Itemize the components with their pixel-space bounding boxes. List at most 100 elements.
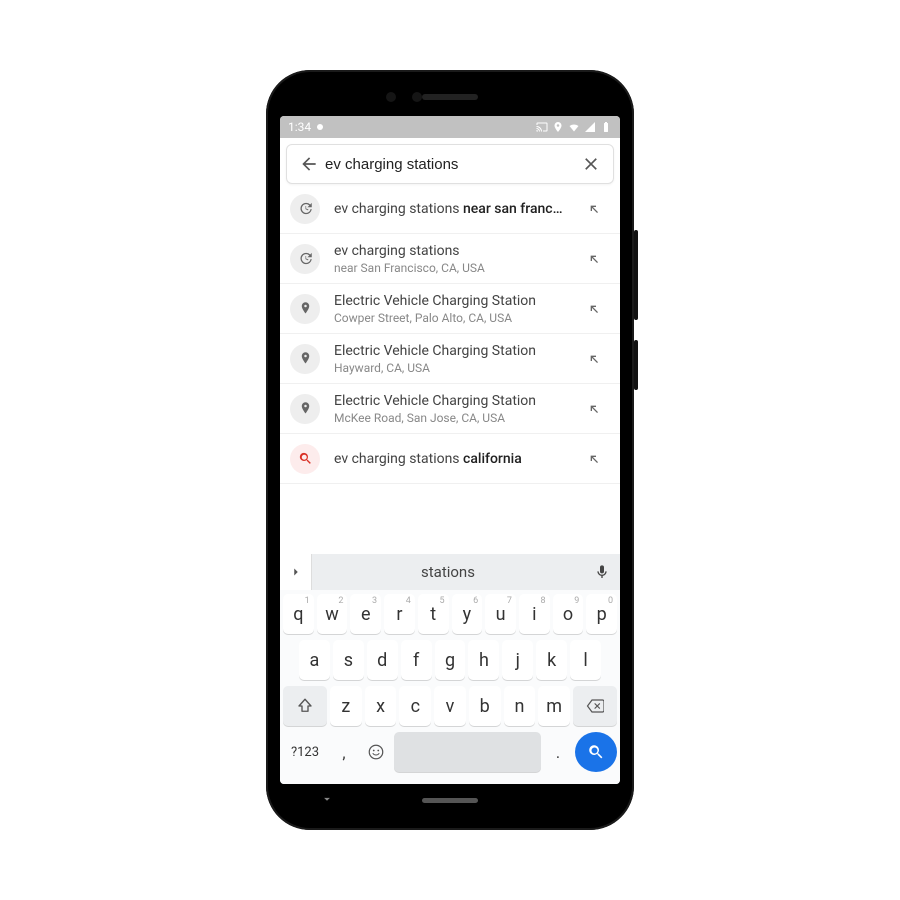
key-t[interactable]: t5 [418, 594, 449, 634]
key-j[interactable]: j [502, 640, 533, 680]
keyboard-row-1: q1w2e3r4t5y6u7i8o9p0 [283, 594, 617, 634]
suggestion-row[interactable]: Electric Vehicle Charging StationHayward… [280, 334, 620, 384]
key-y[interactable]: y6 [452, 594, 483, 634]
voice-input-button[interactable] [584, 564, 620, 580]
speaker-grille [422, 94, 478, 100]
key-i[interactable]: i8 [519, 594, 550, 634]
key-x[interactable]: x [365, 686, 397, 726]
suggestion-title: Electric Vehicle Charging Station [334, 293, 580, 309]
suggestion-text: ev charging stations near san franc… [334, 201, 580, 217]
clear-button[interactable] [575, 148, 607, 180]
suggestion-row[interactable]: Electric Vehicle Charging Station McKee R… [280, 384, 620, 434]
microphone-icon [594, 564, 610, 580]
keyboard-row-3: zxcvbnm [283, 686, 617, 726]
front-sensor [412, 92, 422, 102]
chevron-right-icon [289, 565, 303, 579]
volume-rocker [634, 230, 638, 320]
suggestion-title: Electric Vehicle Charging Station [334, 393, 580, 409]
key-s[interactable]: s [333, 640, 364, 680]
suggestion-subtitle: McKee Road, San Jose, CA, USA [334, 411, 580, 425]
key-m[interactable]: m [538, 686, 570, 726]
wifi-icon [568, 121, 580, 133]
search-icon [290, 444, 320, 474]
key-q[interactable]: q1 [283, 594, 314, 634]
suggestion-title: ev charging stations near san franc… [334, 201, 580, 217]
key-k[interactable]: k [536, 640, 567, 680]
history-icon [290, 194, 320, 224]
power-button [634, 340, 638, 390]
suggestion-row[interactable]: ev charging stationsnear San Francisco, … [280, 234, 620, 284]
key-l[interactable]: l [570, 640, 601, 680]
pin-icon [290, 344, 320, 374]
comma-key[interactable]: , [330, 732, 358, 772]
key-u[interactable]: u7 [485, 594, 516, 634]
expand-suggestions-button[interactable] [280, 554, 312, 590]
emoji-key[interactable] [361, 732, 391, 772]
insert-suggestion-button[interactable] [580, 351, 608, 367]
suggestion-text: ev charging stationsnear San Francisco, … [334, 243, 580, 275]
backspace-key[interactable] [573, 686, 617, 726]
keyboard-row-2: asdfghjkl [283, 640, 617, 680]
location-icon [552, 121, 564, 133]
key-b[interactable]: b [469, 686, 501, 726]
close-icon [581, 154, 601, 174]
suggestion-title: ev charging stations california [334, 451, 580, 467]
suggestion-row[interactable]: ev charging stations california [280, 434, 620, 484]
search-bar [286, 144, 614, 184]
suggestion-text: Electric Vehicle Charging StationHayward… [334, 343, 580, 375]
suggestion-row[interactable]: ev charging stations near san franc… [280, 184, 620, 234]
suggestion-text: Electric Vehicle Charging Station Cowper … [334, 293, 580, 325]
search-bar-container [280, 138, 620, 184]
key-n[interactable]: n [504, 686, 536, 726]
front-camera [386, 92, 396, 102]
key-e[interactable]: e3 [350, 594, 381, 634]
status-time: 1:34 [288, 120, 311, 134]
key-d[interactable]: d [367, 640, 398, 680]
emoji-icon [367, 743, 385, 761]
shift-icon [296, 697, 314, 715]
backspace-icon [586, 697, 604, 715]
symbols-key[interactable]: ?123 [283, 732, 327, 772]
insert-suggestion-button[interactable] [580, 201, 608, 217]
screen: 1:34 ev charg [280, 116, 620, 784]
insert-suggestion-button[interactable] [580, 401, 608, 417]
nav-back-button[interactable] [320, 791, 334, 810]
keyboard: q1w2e3r4t5y6u7i8o9p0 asdfghjkl zxcvbnm ?… [280, 590, 620, 784]
key-w[interactable]: w2 [317, 594, 348, 634]
back-button[interactable] [293, 148, 325, 180]
key-o[interactable]: o9 [553, 594, 584, 634]
key-r[interactable]: r4 [384, 594, 415, 634]
nav-home-pill[interactable] [422, 798, 478, 803]
search-input[interactable] [325, 156, 575, 173]
suggestion-text: Electric Vehicle Charging Station McKee R… [334, 393, 580, 425]
space-key[interactable] [394, 732, 541, 772]
key-a[interactable]: a [299, 640, 330, 680]
search-key[interactable] [575, 732, 617, 772]
key-v[interactable]: v [434, 686, 466, 726]
cast-icon [536, 121, 548, 133]
insert-suggestion-button[interactable] [580, 451, 608, 467]
key-g[interactable]: g [435, 640, 466, 680]
insert-suggestion-button[interactable] [580, 301, 608, 317]
keyboard-row-bottom: ?123 , . [283, 732, 617, 772]
suggestion-subtitle: Cowper Street, Palo Alto, CA, USA [334, 311, 580, 325]
shift-key[interactable] [283, 686, 327, 726]
key-c[interactable]: c [399, 686, 431, 726]
suggestion-subtitle: near San Francisco, CA, USA [334, 261, 580, 275]
period-key[interactable]: . [544, 732, 572, 772]
notification-dot-icon [317, 124, 323, 130]
signal-icon [584, 121, 596, 133]
key-h[interactable]: h [468, 640, 499, 680]
insert-suggestion-button[interactable] [580, 251, 608, 267]
key-p[interactable]: p0 [586, 594, 617, 634]
key-f[interactable]: f [401, 640, 432, 680]
key-z[interactable]: z [330, 686, 362, 726]
history-icon [290, 244, 320, 274]
suggestion-subtitle: Hayward, CA, USA [334, 361, 580, 375]
suggestion-row[interactable]: Electric Vehicle Charging Station Cowper … [280, 284, 620, 334]
keyboard-suggestion-word[interactable]: stations [312, 563, 584, 581]
pin-icon [290, 294, 320, 324]
status-icons [536, 121, 612, 133]
pin-icon [290, 394, 320, 424]
battery-icon [600, 121, 612, 133]
